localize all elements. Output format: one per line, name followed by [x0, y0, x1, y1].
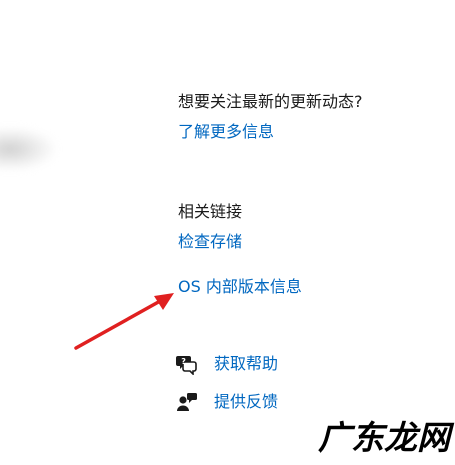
check-storage-link[interactable]: 检查存储 [178, 232, 242, 252]
get-help-label: 获取帮助 [214, 354, 279, 373]
whats-new-heading: 想要关注最新的更新动态? [178, 92, 363, 111]
red-arrow-annotation [74, 293, 174, 350]
svg-text:?: ? [181, 357, 186, 366]
feedback-person-icon [176, 391, 198, 413]
settings-page: 想要关注最新的更新动态? 了解更多信息 相关链接 检查存储 OS 内部版本信息 … [0, 0, 455, 465]
related-links-heading: 相关链接 [178, 202, 243, 221]
get-help-link[interactable]: ? 获取帮助 [176, 352, 278, 376]
give-feedback-label: 提供反馈 [214, 392, 279, 411]
chat-help-icon: ? [176, 353, 198, 376]
learn-more-link[interactable]: 了解更多信息 [178, 122, 274, 142]
watermark-text: 广东龙网 [318, 418, 450, 457]
blurred-background-area [0, 128, 55, 170]
os-build-info-link[interactable]: OS 内部版本信息 [178, 277, 302, 297]
give-feedback-link[interactable]: 提供反馈 [176, 390, 278, 414]
